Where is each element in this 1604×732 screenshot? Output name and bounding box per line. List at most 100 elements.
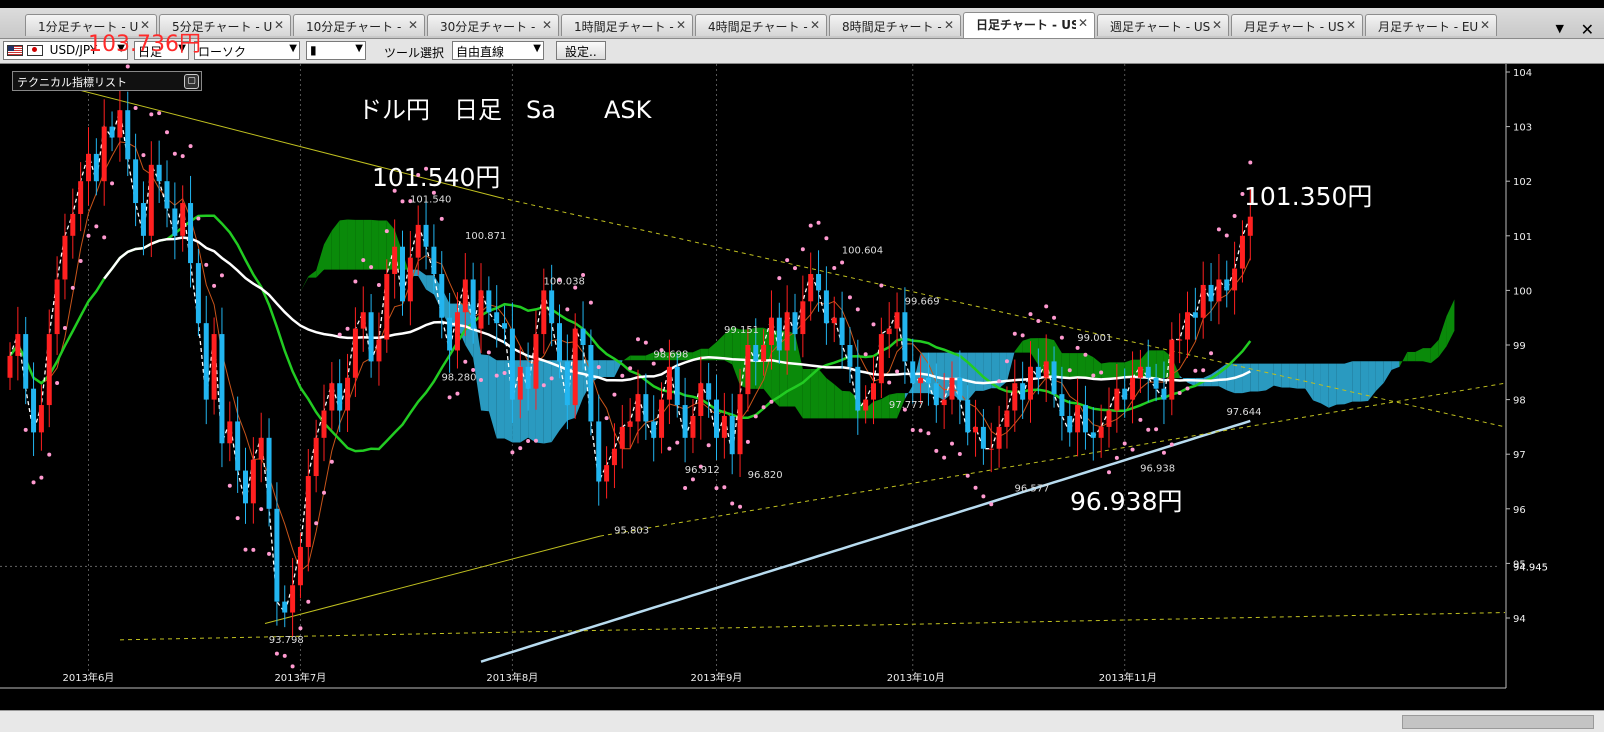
candle-body	[243, 470, 248, 504]
candle-body	[549, 290, 555, 324]
candle-body	[721, 415, 727, 438]
candle-body	[839, 317, 845, 345]
candle-body	[172, 208, 178, 236]
tool-select[interactable]: 自由直線 ▼	[452, 41, 544, 60]
psar-dot	[706, 443, 711, 448]
candle-body	[1192, 312, 1198, 318]
psar-dot	[400, 199, 405, 204]
candle-body	[996, 426, 1002, 449]
technical-indicator-list[interactable]: テクニカル指標リスト ▢	[12, 71, 202, 91]
chart-scrollbar[interactable]	[0, 710, 1604, 732]
tab-8[interactable]: 週足チャート - USD ✕	[1097, 14, 1229, 36]
candle-body	[1090, 432, 1096, 438]
candle-body	[148, 164, 154, 236]
kumo-segment	[1297, 363, 1306, 389]
psar-dot	[989, 502, 994, 507]
candle-body	[1239, 235, 1245, 269]
candle-body	[54, 279, 60, 335]
psar-dot	[274, 651, 279, 656]
price-point-label: 97.644	[1226, 407, 1261, 418]
candle-body	[23, 334, 29, 389]
candle-body	[1153, 377, 1159, 389]
psar-dot	[1138, 417, 1143, 422]
tab-close-icon[interactable]: ✕	[1078, 16, 1088, 30]
candle-body	[588, 345, 594, 422]
tab-close-icon[interactable]: ✕	[274, 18, 284, 32]
tab-close-icon[interactable]: ✕	[1212, 18, 1222, 32]
candle-body	[227, 421, 233, 444]
tab-close-icon[interactable]: ✕	[408, 18, 418, 32]
chart-style-value: ローソク	[198, 45, 247, 59]
psar-dot	[133, 105, 138, 110]
candle-body	[831, 317, 837, 324]
chevron-down-icon: ▼	[355, 43, 363, 54]
psar-dot	[510, 450, 515, 455]
psar-dot	[149, 112, 154, 117]
candle-body	[1067, 415, 1073, 433]
candle-body	[1137, 366, 1143, 378]
candle-body	[816, 274, 822, 291]
psar-dot	[800, 247, 805, 252]
kumo-segment	[1101, 362, 1109, 378]
psar-dot	[612, 392, 617, 397]
candle-body	[439, 274, 445, 318]
kumo-segment	[1022, 338, 1031, 353]
candle-body	[1082, 405, 1088, 433]
psar-dot	[369, 265, 374, 270]
tab-7[interactable]: 日足チャート - USD✕	[963, 12, 1095, 38]
price-point-label: 101.540	[410, 194, 451, 205]
candle-body	[792, 312, 798, 335]
tab-close-icon[interactable]: ✕	[542, 18, 552, 32]
tab-close-icon[interactable]: ✕	[944, 18, 954, 32]
candlestick-chart[interactable]: 103.73693.798101.540100.871100.03898.280…	[0, 64, 1604, 710]
kumo-segment	[355, 219, 364, 270]
psar-dot	[997, 379, 1002, 384]
psar-dot	[604, 416, 609, 421]
kumo-segment	[1069, 353, 1078, 378]
psar-dot	[588, 300, 593, 305]
kumo-segment	[1320, 363, 1329, 408]
chart-style-select[interactable]: ローソク ▼	[194, 41, 300, 60]
candle-body	[745, 345, 751, 395]
candle-body	[1177, 339, 1183, 341]
tab-close-icon[interactable]: ✕	[1346, 18, 1356, 32]
psar-dot	[165, 130, 169, 135]
candle-body	[250, 459, 256, 504]
tab-close-icon[interactable]: ✕	[676, 18, 686, 32]
psar-dot	[1193, 368, 1198, 373]
tab-5[interactable]: 4時間足チャート - U✕	[695, 14, 827, 36]
tab-6[interactable]: 8時間足チャート - U✕	[829, 14, 961, 36]
tab-10[interactable]: 月足チャート - EUR ✕	[1365, 14, 1497, 36]
candle-body	[596, 421, 602, 482]
psar-dot	[227, 483, 232, 488]
settings-button[interactable]: 設定..	[556, 41, 606, 60]
minimize-icon[interactable]: ▢	[184, 74, 199, 89]
tab-2[interactable]: 10分足チャート - US✕	[293, 14, 425, 36]
psar-dot	[1020, 333, 1025, 338]
candle-body	[125, 110, 131, 160]
y-tick-label: 100	[1513, 286, 1532, 297]
candle-body	[290, 585, 296, 613]
psar-dot	[219, 273, 224, 278]
us-flag-icon	[7, 45, 23, 56]
tab-9[interactable]: 月足チャート - USD ✕	[1231, 14, 1363, 36]
psar-dot	[1232, 213, 1237, 218]
tab-close-icon[interactable]: ✕	[810, 18, 820, 32]
chevron-down-icon[interactable]: ▼	[1556, 22, 1564, 35]
candle-type-select[interactable]: ▮ ▼	[306, 41, 366, 60]
psar-dot	[950, 441, 954, 446]
candle-body	[980, 426, 986, 449]
close-icon[interactable]: ✕	[1581, 20, 1594, 39]
psar-dot	[675, 440, 680, 445]
psar-dot	[1169, 442, 1174, 447]
tab-label: 8時間足チャート - U	[842, 20, 942, 34]
tab-4[interactable]: 1時間足チャート - U✕	[561, 14, 693, 36]
psar-dot	[212, 283, 217, 288]
candle-body	[321, 410, 327, 438]
tab-close-icon[interactable]: ✕	[1480, 18, 1490, 32]
candle-body	[352, 328, 358, 378]
tab-3[interactable]: 30分足チャート - US✕	[427, 14, 559, 36]
psar-dot	[1044, 304, 1049, 309]
scroll-thumb[interactable]	[1402, 715, 1594, 729]
y-tick-label: 102	[1513, 177, 1532, 188]
